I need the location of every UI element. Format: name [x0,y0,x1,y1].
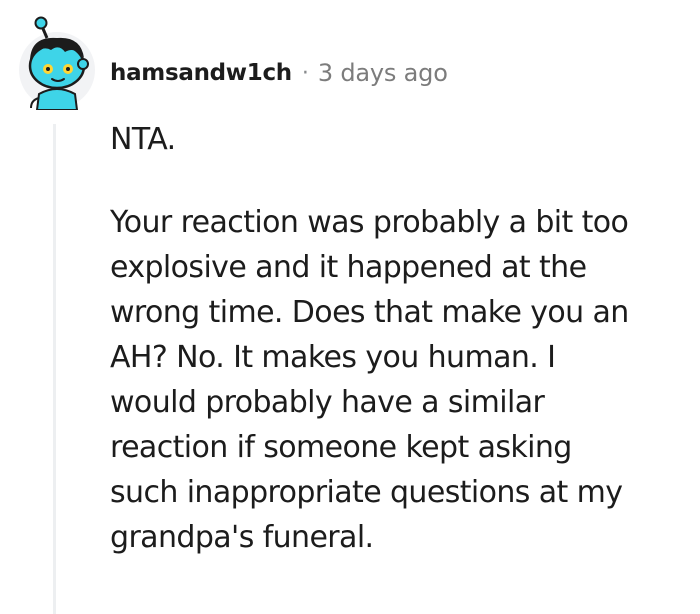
author-username[interactable]: hamsandw1ch [110,60,292,86]
comment-paragraph: NTA. [110,116,698,164]
comment-timestamp[interactable]: 3 days ago [318,59,448,87]
comment-text-line: reaction if someone kept asking [110,430,572,465]
comment-text-line: explosive and it happened at the [110,250,587,285]
comment: hamsandw1ch · 3 days ago NTA. Your react… [0,0,700,614]
comment-text-line: would probably have a similar [110,385,545,420]
comment-meta: hamsandw1ch · 3 days ago [110,56,448,90]
comment-text-line: grandpa's funeral. [110,520,374,555]
snoo-avatar-icon [19,16,95,111]
comment-text-line: Your reaction was probably a bit too [110,205,629,240]
comment-text-line: NTA. [110,122,176,157]
comment-paragraph: Your reaction was probably a bit too exp… [110,200,698,560]
comment-text-line: wrong time. Does that make you an [110,295,629,330]
comment-text-line: such inappropriate questions at my [110,475,623,510]
thread-collapse-line[interactable] [53,124,56,614]
meta-separator: · [301,60,309,86]
user-avatar[interactable] [17,14,97,111]
comment-text-line: AH? No. It makes you human. I [110,340,556,375]
comment-body: NTA. Your reaction was probably a bit to… [110,116,698,560]
